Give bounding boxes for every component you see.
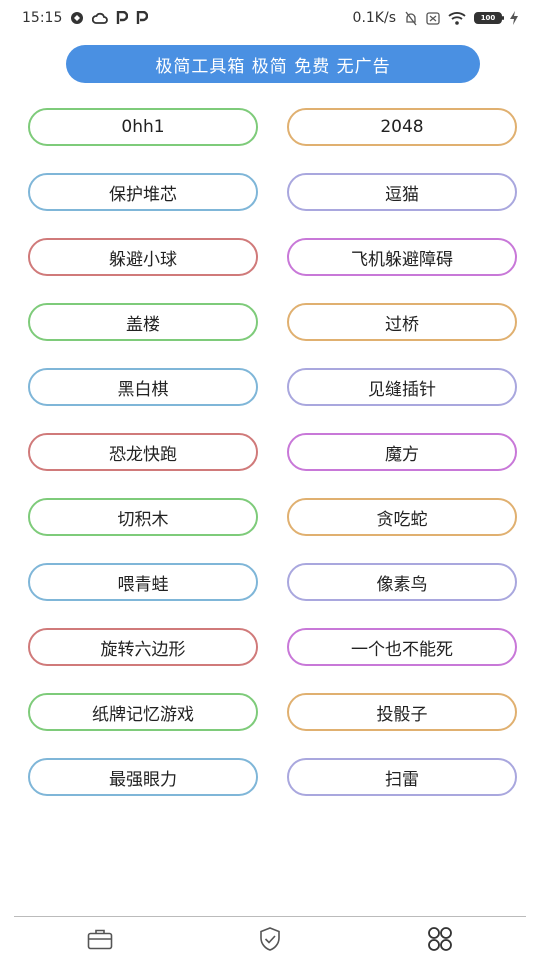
game-button[interactable]: 黑白棋 — [28, 368, 258, 406]
game-button-label: 旋转六边形 — [100, 639, 186, 660]
header-banner: 极简工具箱 极简 免费 无广告 — [66, 45, 480, 83]
game-button[interactable]: 逗猫 — [287, 173, 517, 211]
bottom-nav — [0, 917, 540, 960]
game-button-label: 魔方 — [385, 444, 419, 465]
sim-icon — [426, 11, 440, 25]
game-button-label: 恐龙快跑 — [109, 444, 177, 465]
nav-tab-toolbox[interactable] — [70, 919, 130, 959]
nav-tab-security[interactable] — [240, 919, 300, 959]
game-button-label: 一个也不能死 — [351, 639, 453, 660]
status-time: 15:15 — [22, 10, 63, 26]
game-button-label: 最强眼力 — [109, 769, 177, 790]
app-notification-icon — [70, 11, 84, 25]
game-button-label: 飞机躲避障碍 — [351, 249, 453, 270]
game-button[interactable]: 最强眼力 — [28, 758, 258, 796]
game-button-label: 保护堆芯 — [109, 184, 177, 205]
game-button-label: 投骰子 — [376, 704, 428, 725]
game-button[interactable]: 恐龙快跑 — [28, 433, 258, 471]
game-button[interactable]: 保护堆芯 — [28, 173, 258, 211]
game-button[interactable]: 盖楼 — [28, 303, 258, 341]
cloud-icon — [92, 12, 109, 24]
game-button-label: 过桥 — [385, 314, 419, 335]
game-button[interactable]: 2048 — [287, 108, 517, 146]
game-button[interactable]: 喂青蛙 — [28, 563, 258, 601]
game-button[interactable]: 躲避小球 — [28, 238, 258, 276]
game-button[interactable]: 像素鸟 — [287, 563, 517, 601]
game-button-label: 见缝插针 — [368, 379, 436, 400]
charging-icon — [510, 11, 518, 25]
game-button-label: 0hh1 — [121, 117, 165, 137]
game-button[interactable]: 0hh1 — [28, 108, 258, 146]
game-button-label: 黑白棋 — [117, 379, 169, 400]
game-button-label: 切积木 — [117, 509, 169, 530]
game-button-label: 躲避小球 — [109, 249, 177, 270]
game-button[interactable]: 扫雷 — [287, 758, 517, 796]
toolbox-icon — [87, 928, 113, 950]
status-left: 15:15 — [22, 10, 149, 26]
game-button[interactable]: 贪吃蛇 — [287, 498, 517, 536]
game-button[interactable]: 飞机躲避障碍 — [287, 238, 517, 276]
game-button-label: 扫雷 — [385, 769, 419, 790]
apps-grid-icon — [427, 926, 453, 952]
battery-level: 100 — [480, 14, 496, 22]
battery-icon: 100 — [474, 12, 504, 24]
wifi-icon — [448, 11, 466, 25]
net-speed: 0.1K/s — [352, 10, 396, 26]
game-button[interactable]: 见缝插针 — [287, 368, 517, 406]
game-button-label: 喂青蛙 — [117, 574, 169, 595]
p-app-icon-2 — [136, 11, 149, 25]
game-button-label: 贪吃蛇 — [376, 509, 428, 530]
game-button[interactable]: 投骰子 — [287, 693, 517, 731]
game-button-label: 纸牌记忆游戏 — [92, 704, 194, 725]
games-grid: 0hh1 2048 保护堆芯 逗猫躲避小球 飞机躲避障碍盖楼 过桥黑白棋 见缝插针恐龙快跑 魔… — [28, 108, 517, 796]
game-button[interactable]: 纸牌记忆游戏 — [28, 693, 258, 731]
mute-bell-icon — [404, 11, 418, 26]
game-button[interactable]: 过桥 — [287, 303, 517, 341]
game-button-label: 像素鸟 — [376, 574, 428, 595]
game-button-label: 逗猫 — [385, 184, 419, 205]
p-app-icon — [116, 11, 129, 25]
game-button[interactable]: 一个也不能死 — [287, 628, 517, 666]
game-button-label: 盖楼 — [126, 314, 160, 335]
shield-check-icon — [258, 926, 282, 952]
nav-tab-apps[interactable] — [410, 919, 470, 959]
status-bar: 15:15 0.1K/s 100 — [0, 0, 540, 36]
game-button[interactable]: 魔方 — [287, 433, 517, 471]
game-button[interactable]: 旋转六边形 — [28, 628, 258, 666]
game-button-label: 2048 — [380, 117, 424, 137]
status-right: 0.1K/s 100 — [353, 10, 518, 26]
banner-text: 极简工具箱 极简 免费 无广告 — [155, 56, 391, 77]
game-button[interactable]: 切积木 — [28, 498, 258, 536]
